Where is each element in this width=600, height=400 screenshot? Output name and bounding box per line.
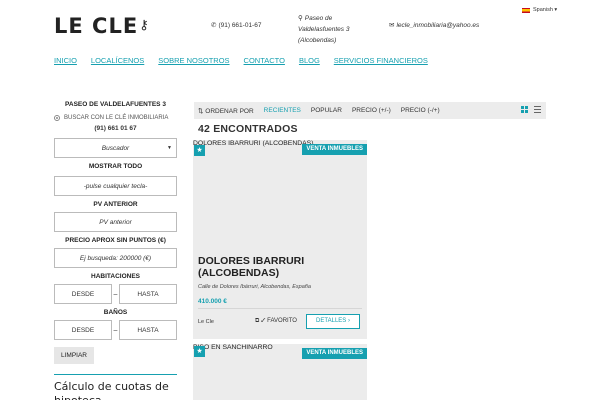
listing-address: Calle de Dolores Ibárruri, Alcobendas, E… — [198, 284, 311, 290]
search-radio[interactable]: BUSCAR CON LE CLÉ INMOBILIARIA — [54, 114, 177, 122]
banos-range: DESDE – HASTA — [54, 320, 177, 340]
nav-sobre-nosotros[interactable]: SOBRE NOSOTROS — [158, 56, 229, 65]
nav-blog[interactable]: BLOG — [299, 56, 320, 65]
star-icon[interactable]: ★ — [194, 145, 205, 156]
habitaciones-desde-input[interactable]: DESDE — [54, 284, 112, 304]
ordenar-label: ⇅ ORDENAR POR — [198, 107, 254, 115]
spain-flag-icon — [522, 7, 530, 13]
listing-title[interactable]: DOLORES IBARRURI (ALCOBENDAS) — [198, 255, 358, 279]
banos-label: BAÑOS — [103, 309, 128, 316]
language-label: Spanish — [533, 7, 553, 13]
mortgage-calc-title: Cálculo de cuotas de hipoteca — [54, 374, 177, 400]
divider — [198, 308, 362, 309]
view-toggle — [521, 106, 541, 113]
header-address: ⚲ Paseo de Valdelasfuentes 3 (Alcobendas) — [298, 15, 350, 44]
nav-servicios-financieros[interactable]: SERVICIOS FINANCIEROS — [334, 56, 428, 65]
habitaciones-label: HABITACIONES — [91, 273, 140, 280]
envelope-icon: ✉ — [389, 22, 395, 29]
sort-precio-asc[interactable]: PRECIO (-/+) — [401, 107, 440, 114]
caret-down-icon: ▼ — [167, 145, 172, 151]
list-view-icon[interactable] — [534, 106, 541, 113]
venta-badge: VENTA INMUEBLES — [302, 348, 367, 359]
radio-label: BUSCAR CON LE CLÉ INMOBILIARIA — [64, 115, 169, 121]
star-icon[interactable]: ★ — [194, 346, 205, 357]
language-selector[interactable]: Spanish ▾ — [522, 7, 557, 13]
listing-card[interactable]: PISO EN SANCHINARRO ★ VENTA INMUEBLES — [193, 344, 367, 400]
pv-input[interactable]: PV anterior — [54, 212, 177, 232]
limpiar-button[interactable]: LIMPIAR — [54, 347, 95, 364]
sort-popular[interactable]: POPULAR — [311, 107, 342, 114]
habitaciones-range: DESDE – HASTA — [54, 284, 177, 304]
select-value: Buscador — [101, 144, 130, 152]
sort-recientes[interactable]: RECIENTES — [264, 107, 301, 114]
main-nav: INICIO LOCALÍCENOS SOBRE NOSOTROS CONTAC… — [54, 56, 442, 65]
range-dash: – — [113, 290, 118, 298]
results-count: 42 ENCONTRADOS — [198, 123, 298, 135]
radio-icon — [54, 115, 60, 121]
chevron-down-icon: ▾ — [552, 7, 558, 13]
mostrar-input[interactable]: -pulse cualquier tecla- — [54, 176, 177, 196]
search-sidebar: PASEO DE VALDELAFUENTES 3 BUSCAR CON LE … — [54, 100, 177, 400]
favorite-button[interactable]: ⧉ ✓ FAVORITO — [255, 318, 297, 325]
banos-desde-input[interactable]: DESDE — [54, 320, 112, 340]
details-button[interactable]: DETALLES › — [306, 314, 360, 329]
precio-input[interactable]: Ej busqueda: 200000 (€) — [54, 248, 177, 268]
nav-localicenos[interactable]: LOCALÍCENOS — [91, 56, 144, 65]
precio-label: PRECIO APROX SIN PUNTOS (€) — [65, 237, 166, 244]
map-marker-icon: ⚲ — [298, 15, 303, 22]
listing-price: 410.000 € — [198, 298, 227, 305]
sidebar-phone: (91) 661 01 67 — [94, 125, 137, 132]
site-logo[interactable]: LE CLE⚷ — [54, 14, 150, 38]
sort-toolbar: ⇅ ORDENAR POR RECIENTES POPULAR PRECIO (… — [194, 102, 546, 119]
sort-precio-desc[interactable]: PRECIO (+/-) — [352, 107, 391, 114]
range-dash: – — [113, 326, 118, 334]
sidebar-title: PASEO DE VALDELAFUENTES 3 — [65, 101, 166, 108]
nav-inicio[interactable]: INICIO — [54, 56, 77, 65]
buscador-select[interactable]: Buscador ▼ — [54, 138, 177, 158]
listing-head[interactable]: DOLORES IBARRURI (ALCOBENDAS) — [193, 140, 313, 147]
mostrar-label: MOSTRAR TODO — [88, 163, 143, 170]
pv-label: PV ANTERIOR — [93, 201, 138, 208]
nav-contacto[interactable]: CONTACTO — [244, 56, 285, 65]
phone-icon: ✆ — [211, 22, 217, 29]
key-icon: ⚷ — [139, 18, 150, 33]
listing-author: Le Cle — [198, 319, 214, 325]
listing-card[interactable]: DOLORES IBARRURI (ALCOBENDAS) ★ VENTA IN… — [193, 140, 367, 339]
habitaciones-hasta-input[interactable]: HASTA — [119, 284, 177, 304]
banos-hasta-input[interactable]: HASTA — [119, 320, 177, 340]
header-email[interactable]: ✉ lecle_inmobiliaria@yahoo.es — [389, 21, 479, 29]
grid-view-icon[interactable] — [521, 106, 528, 113]
venta-badge: VENTA INMUEBLES — [302, 144, 367, 155]
header-phone: ✆ (91) 661-01-67 — [211, 22, 262, 29]
